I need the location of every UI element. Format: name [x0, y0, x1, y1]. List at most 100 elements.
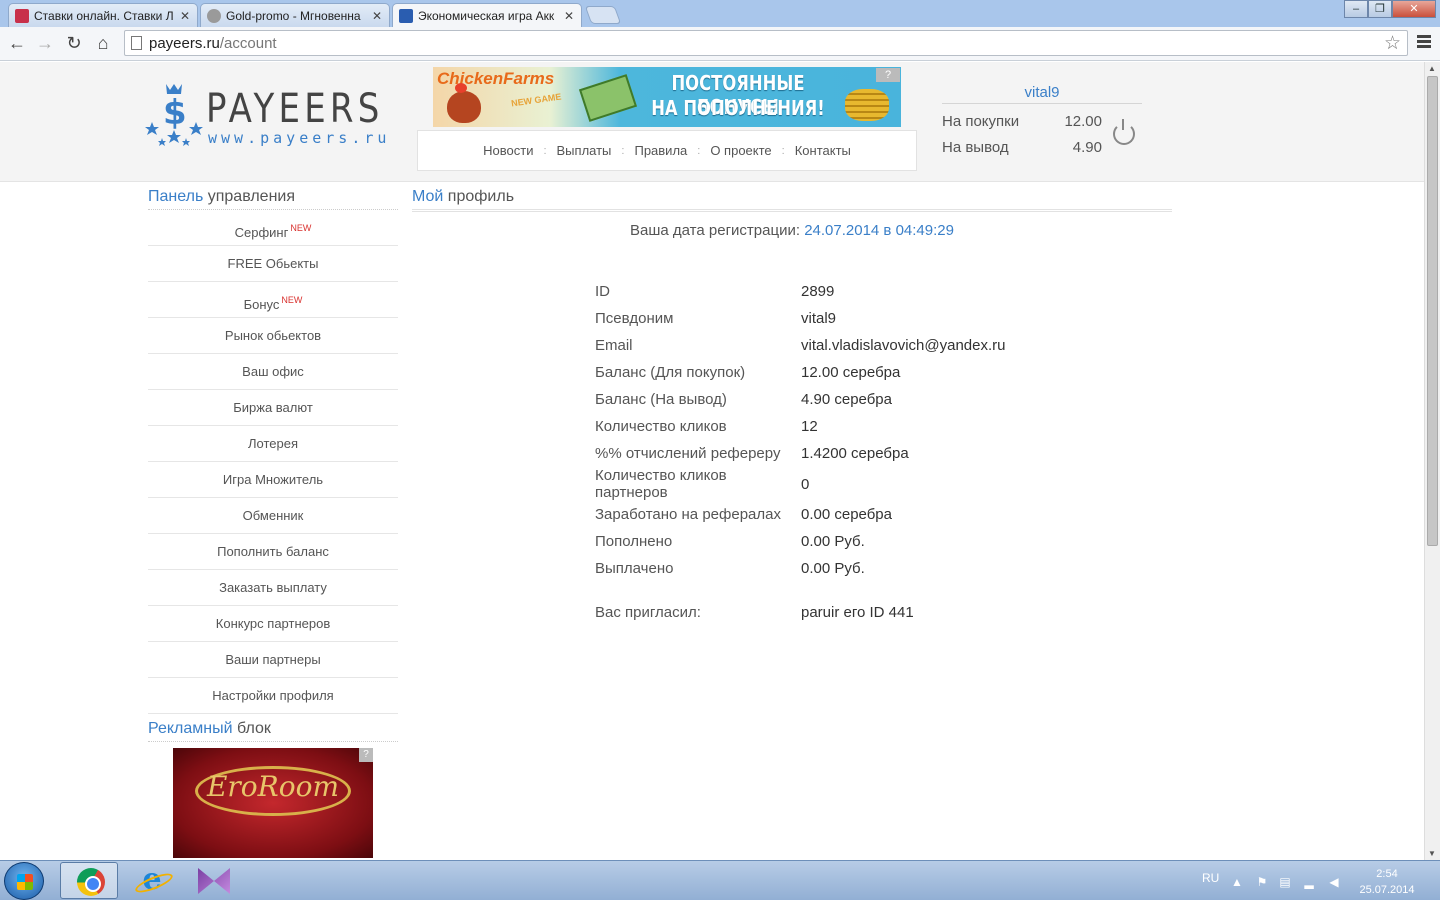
sidebar-item-market[interactable]: Рынок обьектов — [148, 318, 398, 354]
bookmark-star-icon[interactable]: ☆ — [1384, 32, 1401, 55]
sidebar-item-surfing[interactable]: Серфинг NEW — [148, 210, 398, 246]
sidebar: Панель управления Серфинг NEW FREE Обьект… — [148, 188, 398, 858]
url-text[interactable]: payeers.ru/account — [149, 35, 277, 52]
site-header: $ PAYEERS www.payeers.ru ChickenFarms NE… — [0, 62, 1424, 182]
minimize-button[interactable]: ‒ — [1344, 0, 1368, 18]
ad-help-button[interactable]: ? — [359, 748, 373, 762]
sidebar-item-label: Настройки профиля — [212, 688, 334, 703]
taskbar-chrome[interactable] — [60, 862, 118, 899]
banner-line-2: НА ПОПОЛНЕНИЯ! — [651, 96, 825, 120]
profile-field-label: %% отчислений рефереру — [595, 445, 781, 462]
tab-close-icon[interactable]: ✕ — [563, 9, 575, 23]
taskbar-ie[interactable]: e — [122, 862, 180, 899]
back-icon[interactable]: ← — [6, 32, 28, 54]
profile-field-value: vital.vladislavovich@yandex.ru — [801, 337, 1006, 354]
scroll-up-icon[interactable]: ▲ — [1428, 64, 1436, 73]
language-indicator[interactable]: RU — [1202, 871, 1219, 885]
sidebar-item-label: Рынок обьектов — [224, 328, 322, 343]
ad-block-title: Рекламный блок — [148, 720, 398, 742]
nav-payouts[interactable]: Выплаты — [557, 143, 612, 158]
nav-about[interactable]: О проекте — [710, 143, 771, 158]
browser-tab-active[interactable]: Экономическая игра Акк ✕ — [392, 3, 582, 28]
ad-title-rest: блок — [237, 720, 271, 737]
profile-row: Заработано на рефералах 0.00 серебра — [595, 501, 1006, 528]
profile-row: ID 2899 — [595, 278, 1006, 305]
sidebar-title-highlight: Панель — [148, 188, 204, 205]
internet-explorer-icon: e — [138, 865, 166, 895]
address-bar[interactable]: payeers.ru/account ☆ — [124, 30, 1408, 56]
browser-tab[interactable]: Gold-promo - Мгновенна ✕ — [200, 3, 390, 27]
sidebar-item-profile-settings[interactable]: Настройки профиля — [148, 678, 398, 714]
profile-row: Псевдоним vital9 — [595, 305, 1006, 332]
profile-field-value: 0.00 серебра — [801, 506, 892, 523]
url-host: payeers.ru — [149, 35, 220, 52]
username-link[interactable]: vital9 — [942, 84, 1142, 104]
sidebar-item-label: Серфинг — [234, 225, 289, 240]
sidebar-item-label: Биржа валют — [233, 400, 313, 415]
sidebar-title-rest: управления — [207, 188, 295, 205]
forward-icon[interactable]: → — [34, 32, 56, 54]
network-signal-icon[interactable]: ▂ — [1302, 875, 1316, 889]
browser-toolbar: ← → ↻ ⌂ payeers.ru/account ☆ — [0, 27, 1440, 61]
nav-rules[interactable]: Правила — [634, 143, 687, 158]
restore-button[interactable]: ❐ — [1368, 0, 1392, 18]
profile-field-value: 0 — [801, 475, 810, 493]
top-ad-banner[interactable]: ChickenFarms NEW GAME ПОСТОЯННЫЕ БОНУСЫ … — [433, 67, 901, 127]
logout-power-icon[interactable] — [1113, 119, 1135, 145]
site-logo[interactable]: $ PAYEERS www.payeers.ru — [144, 80, 386, 152]
tab-close-icon[interactable]: ✕ — [179, 9, 191, 23]
clock-date: 25.07.2014 — [1359, 884, 1415, 896]
nav-separator: : — [781, 144, 785, 157]
sidebar-item-office[interactable]: Ваш офис — [148, 354, 398, 390]
purchase-balance-value: 12.00 — [1064, 113, 1102, 130]
action-center-flag-icon[interactable]: ⚑ — [1255, 875, 1269, 889]
registration-date: Ваша дата регистрации: 24.07.2014 в 04:4… — [412, 222, 1172, 239]
taskbar-visual-studio[interactable] — [184, 862, 242, 899]
profile-row: Количество кликов 12 — [595, 413, 1006, 440]
sidebar-item-partners[interactable]: Ваши партнеры — [148, 642, 398, 678]
ad-help-button[interactable]: ? — [876, 68, 900, 82]
sidebar-item-bonus[interactable]: Бонус NEW — [148, 282, 398, 318]
sidebar-item-multiplier-game[interactable]: Игра Множитель — [148, 462, 398, 498]
system-clock[interactable]: 2:54 25.07.2014 — [1350, 866, 1424, 898]
profile-row: Email vital.vladislavovich@yandex.ru — [595, 332, 1006, 359]
clipboard-icon[interactable]: ▤ — [1278, 875, 1292, 889]
profile-field-label: ID — [595, 283, 610, 300]
new-tab-button[interactable] — [584, 6, 622, 24]
start-button-icon[interactable] — [4, 862, 44, 900]
volume-icon[interactable]: ◀ — [1327, 875, 1341, 889]
profile-field-value: 12 — [801, 418, 818, 435]
coins-icon — [845, 89, 889, 121]
show-hidden-icons-icon[interactable]: ▲ — [1230, 875, 1244, 889]
sidebar-ad-banner[interactable]: EroRoom ? — [173, 748, 373, 858]
profile-field-label: Заработано на рефералах — [595, 506, 781, 523]
profile-field-value: 12.00 серебра — [801, 364, 901, 381]
sidebar-item-partner-contest[interactable]: Конкурс партнеров — [148, 606, 398, 642]
sidebar-item-withdraw[interactable]: Заказать выплату — [148, 570, 398, 606]
sidebar-item-exchange[interactable]: Биржа валют — [148, 390, 398, 426]
sidebar-item-lottery[interactable]: Лотерея — [148, 426, 398, 462]
sidebar-item-exchanger[interactable]: Обменник — [148, 498, 398, 534]
sidebar-item-label: Лотерея — [247, 436, 298, 451]
home-icon[interactable]: ⌂ — [92, 32, 114, 54]
windows-taskbar: e RU ▲ ⚑ ▤ ▂ ◀ 2:54 25.07.2014 — [0, 860, 1440, 900]
profile-field-value: 0.00 Руб. — [801, 560, 865, 577]
ad-brand: EroRoom — [206, 770, 340, 803]
close-window-button[interactable]: ✕ — [1392, 0, 1436, 18]
scroll-down-icon[interactable]: ▼ — [1428, 849, 1436, 858]
reload-icon[interactable]: ↻ — [63, 32, 85, 54]
sidebar-item-deposit[interactable]: Пополнить баланс — [148, 534, 398, 570]
page-scrollbar[interactable]: ▲ ▼ — [1424, 62, 1440, 860]
logo-crown-stars-icon: $ — [145, 84, 203, 146]
tab-close-icon[interactable]: ✕ — [371, 9, 383, 23]
scrollbar-thumb[interactable] — [1427, 76, 1438, 546]
window-controls: ‒ ❐ ✕ — [1344, 0, 1436, 18]
browser-tab[interactable]: Ставки онлайн. Ставки Л ✕ — [8, 3, 198, 27]
profile-field-label: Выплачено — [595, 560, 674, 577]
profile-row: Баланс (На вывод) 4.90 серебра — [595, 386, 1006, 413]
sidebar-item-free-objects[interactable]: FREE Обьекты — [148, 246, 398, 282]
nav-news[interactable]: Новости — [483, 143, 533, 158]
logo-site: www.payeers.ru — [208, 129, 391, 147]
nav-contacts[interactable]: Контакты — [795, 143, 851, 158]
browser-menu-icon[interactable] — [1417, 35, 1431, 49]
